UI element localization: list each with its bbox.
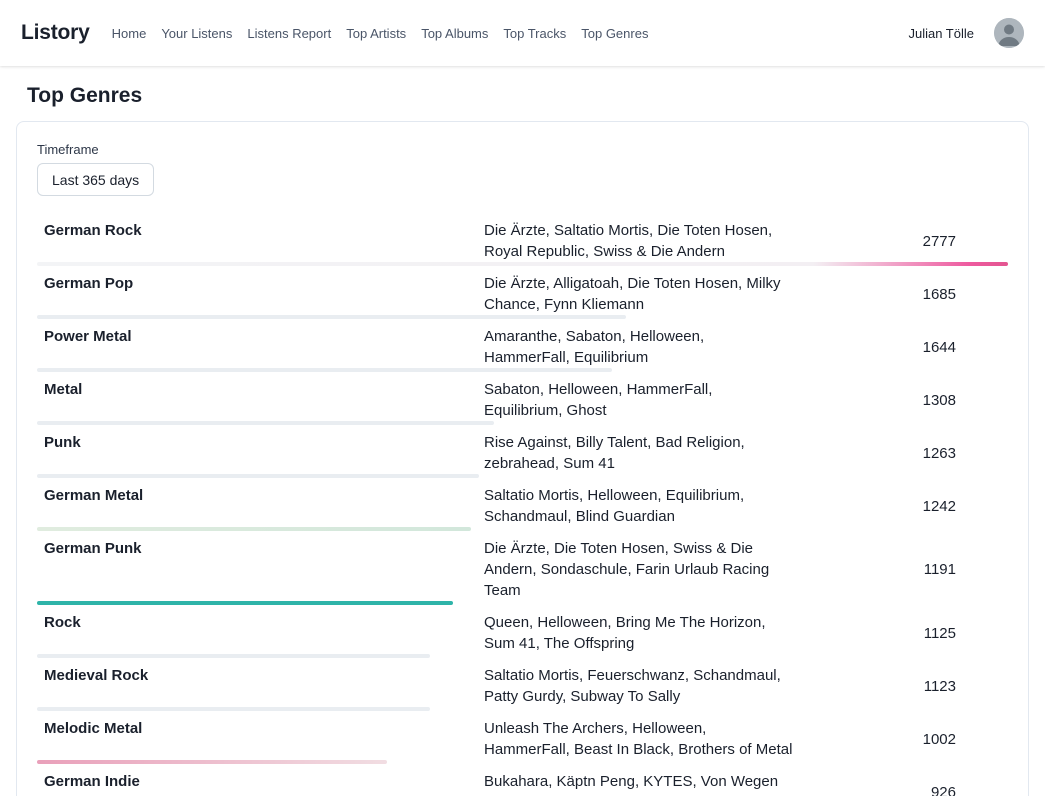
genre-count: 1125 bbox=[794, 623, 1008, 644]
genre-row-grid: German Metal Saltatio Mortis, Helloween,… bbox=[37, 485, 1008, 527]
top-navbar: Listory Home Your Listens Listens Report… bbox=[0, 0, 1045, 66]
genre-count: 1263 bbox=[794, 443, 1008, 464]
genre-row-grid: Medieval Rock Saltatio Mortis, Feuerschw… bbox=[37, 665, 1008, 707]
nav-item-listens-report[interactable]: Listens Report bbox=[247, 26, 331, 41]
genre-row: German Metal Saltatio Mortis, Helloween,… bbox=[37, 478, 1008, 531]
genre-name: Rock bbox=[37, 612, 484, 633]
genre-artists: Amaranthe, Sabaton, Helloween, HammerFal… bbox=[484, 326, 794, 368]
genre-count: 926 bbox=[794, 782, 1008, 796]
genre-artists: Saltatio Mortis, Feuerschwanz, Schandmau… bbox=[484, 665, 794, 707]
genre-row: Medieval Rock Saltatio Mortis, Feuerschw… bbox=[37, 658, 1008, 711]
genre-artists: Die Ärzte, Die Toten Hosen, Swiss & Die … bbox=[484, 538, 794, 601]
genre-row-grid: Rock Queen, Helloween, Bring Me The Hori… bbox=[37, 612, 1008, 654]
genre-row: German Pop Die Ärzte, Alligatoah, Die To… bbox=[37, 266, 1008, 319]
genre-count: 1644 bbox=[794, 337, 1008, 358]
genre-list: German Rock Die Ärzte, Saltatio Mortis, … bbox=[37, 213, 1008, 796]
genre-row: Power Metal Amaranthe, Sabaton, Hellowee… bbox=[37, 319, 1008, 372]
genre-row: Metal Sabaton, Helloween, HammerFall, Eq… bbox=[37, 372, 1008, 425]
genre-row-grid: Punk Rise Against, Billy Talent, Bad Rel… bbox=[37, 432, 1008, 474]
genre-artists: Die Ärzte, Alligatoah, Die Toten Hosen, … bbox=[484, 273, 794, 315]
genre-artists: Unleash The Archers, Helloween, HammerFa… bbox=[484, 718, 794, 760]
genre-row: German Indie Bukahara, Käptn Peng, KYTES… bbox=[37, 764, 1008, 796]
genre-row-grid: German Pop Die Ärzte, Alligatoah, Die To… bbox=[37, 273, 1008, 315]
genre-name: Power Metal bbox=[37, 326, 484, 347]
nav-item-top-albums[interactable]: Top Albums bbox=[421, 26, 488, 41]
genre-row: Punk Rise Against, Billy Talent, Bad Rel… bbox=[37, 425, 1008, 478]
user-name[interactable]: Julian Tölle bbox=[908, 26, 974, 41]
nav-item-home[interactable]: Home bbox=[112, 26, 147, 41]
genre-row-grid: German Rock Die Ärzte, Saltatio Mortis, … bbox=[37, 220, 1008, 262]
genre-artists: Queen, Helloween, Bring Me The Horizon, … bbox=[484, 612, 794, 654]
top-genres-card: Timeframe Last 365 days German Rock Die … bbox=[16, 121, 1029, 796]
navbar-user-area: Julian Tölle bbox=[908, 18, 1024, 48]
genre-artists: Saltatio Mortis, Helloween, Equilibrium,… bbox=[484, 485, 794, 527]
timeframe-label: Timeframe bbox=[37, 142, 1008, 158]
genre-row: Melodic Metal Unleash The Archers, Hello… bbox=[37, 711, 1008, 764]
genre-row: Rock Queen, Helloween, Bring Me The Hori… bbox=[37, 605, 1008, 658]
genre-artists: Rise Against, Billy Talent, Bad Religion… bbox=[484, 432, 794, 474]
genre-row-grid: German Punk Die Ärzte, Die Toten Hosen, … bbox=[37, 538, 1008, 601]
genre-count: 1002 bbox=[794, 729, 1008, 750]
genre-name: Metal bbox=[37, 379, 484, 400]
timeframe-select[interactable]: Last 365 days bbox=[37, 163, 154, 196]
genre-row: German Punk Die Ärzte, Die Toten Hosen, … bbox=[37, 531, 1008, 605]
genre-count: 1191 bbox=[794, 559, 1008, 580]
page-title: Top Genres bbox=[27, 84, 1029, 108]
genre-row: German Rock Die Ärzte, Saltatio Mortis, … bbox=[37, 213, 1008, 266]
nav-item-top-genres[interactable]: Top Genres bbox=[581, 26, 648, 41]
person-icon bbox=[994, 18, 1024, 48]
genre-count: 2777 bbox=[794, 231, 1008, 252]
genre-row-grid: Power Metal Amaranthe, Sabaton, Hellowee… bbox=[37, 326, 1008, 368]
nav-item-top-artists[interactable]: Top Artists bbox=[346, 26, 406, 41]
genre-row-grid: Metal Sabaton, Helloween, HammerFall, Eq… bbox=[37, 379, 1008, 421]
genre-name: Medieval Rock bbox=[37, 665, 484, 686]
genre-row-grid: German Indie Bukahara, Käptn Peng, KYTES… bbox=[37, 771, 1008, 796]
main-nav: Home Your Listens Listens Report Top Art… bbox=[112, 26, 649, 41]
nav-item-top-tracks[interactable]: Top Tracks bbox=[503, 26, 566, 41]
app-logo[interactable]: Listory bbox=[21, 21, 90, 45]
genre-name: Punk bbox=[37, 432, 484, 453]
user-avatar[interactable] bbox=[994, 18, 1024, 48]
nav-item-your-listens[interactable]: Your Listens bbox=[161, 26, 232, 41]
genre-row-grid: Melodic Metal Unleash The Archers, Hello… bbox=[37, 718, 1008, 760]
genre-count: 1685 bbox=[794, 284, 1008, 305]
genre-name: German Pop bbox=[37, 273, 484, 294]
genre-count: 1308 bbox=[794, 390, 1008, 411]
genre-name: German Metal bbox=[37, 485, 484, 506]
genre-name: German Punk bbox=[37, 538, 484, 559]
genre-name: German Rock bbox=[37, 220, 484, 241]
genre-count: 1123 bbox=[794, 676, 1008, 697]
genre-artists: Sabaton, Helloween, HammerFall, Equilibr… bbox=[484, 379, 794, 421]
main-content: Top Genres Timeframe Last 365 days Germa… bbox=[0, 66, 1045, 796]
genre-name: German Indie bbox=[37, 771, 484, 792]
genre-count: 1242 bbox=[794, 496, 1008, 517]
genre-artists: Bukahara, Käptn Peng, KYTES, Von Wegen L… bbox=[484, 771, 794, 796]
genre-artists: Die Ärzte, Saltatio Mortis, Die Toten Ho… bbox=[484, 220, 794, 262]
genre-name: Melodic Metal bbox=[37, 718, 484, 739]
